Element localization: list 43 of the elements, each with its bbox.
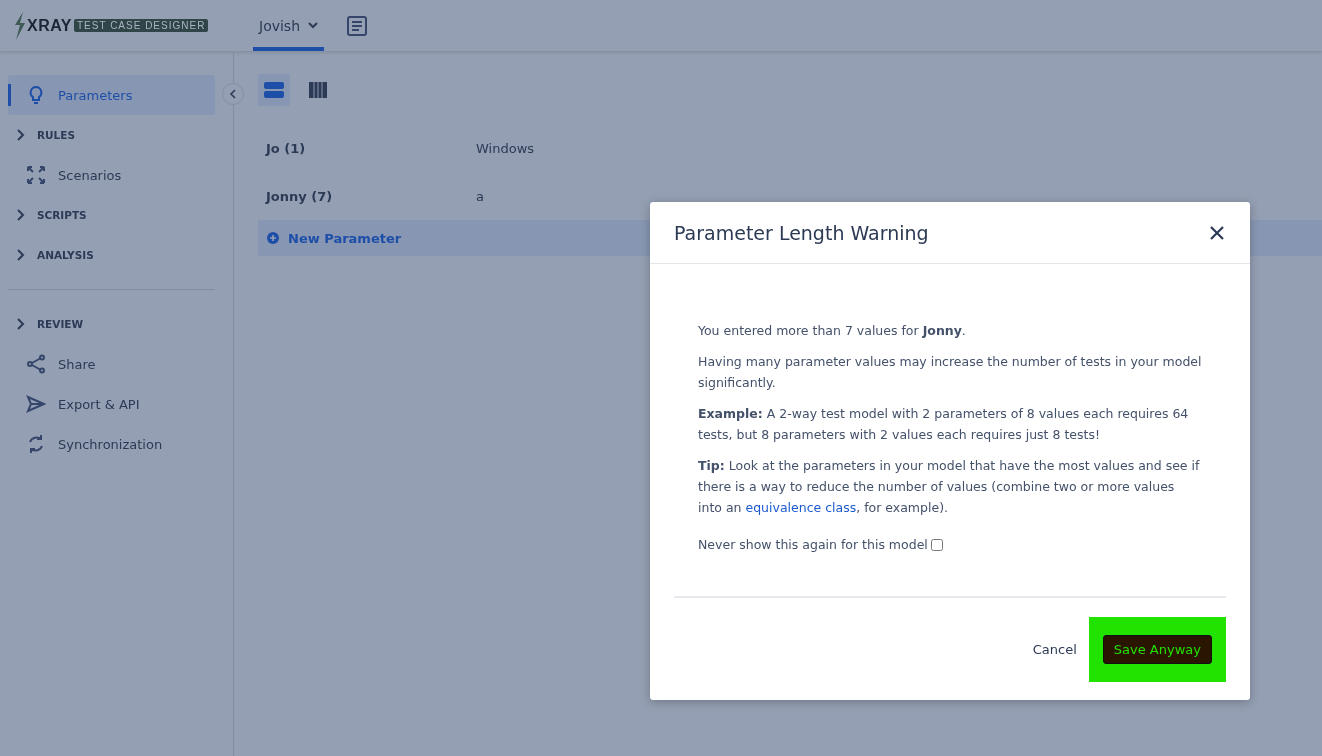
- sidebar-section[interactable]: ANALYSIS: [0, 235, 233, 275]
- chevron-icon: [17, 249, 25, 261]
- chevron-down-icon: [308, 22, 319, 29]
- chevron-icon: [17, 209, 25, 221]
- sidebar-item[interactable]: Synchronization: [8, 424, 215, 464]
- sync-icon: [26, 434, 46, 454]
- sidebar-item[interactable]: Scenarios: [8, 155, 215, 195]
- dialog-title: Parameter Length Warning: [674, 221, 929, 244]
- document-icon[interactable]: [346, 14, 369, 37]
- parameter-name: Jonny (7): [266, 188, 334, 204]
- chevron-icon: [17, 318, 25, 330]
- sidebar-item[interactable]: Export & API: [8, 384, 215, 424]
- dialog-paragraph: Example: A 2-way test model with 2 parameters of 8 values each requires 64 tests, but 8 parameters with 2 values each requires just 8 tests!: [698, 405, 1190, 444]
- sidebar-item[interactable]: Parameters: [8, 75, 215, 115]
- rows-view-button[interactable]: [258, 74, 290, 106]
- columns-icon: [309, 82, 327, 98]
- collapse-sidebar-button[interactable]: [222, 83, 244, 105]
- parameter-value: a: [476, 188, 484, 204]
- project-tab[interactable]: Jovish: [253, 0, 325, 51]
- close-icon[interactable]: [1208, 223, 1226, 242]
- share-icon: [26, 354, 46, 374]
- sidebar-section[interactable]: RULES: [0, 115, 233, 155]
- plus-circle-icon: [267, 232, 279, 244]
- checkbox-label: Never show this again for this model: [698, 536, 928, 554]
- tip-paragraph: Tip: Look at the parameters in your model that have the most values and see if there is a way to reduce the number of values (combine two or more values into an equivalence class, for example).: [698, 457, 1201, 517]
- sidebar-section[interactable]: REVIEW: [0, 304, 233, 344]
- parameter-value: Windows: [476, 140, 535, 156]
- cancel-button[interactable]: Cancel: [1026, 640, 1083, 658]
- bolt-icon: [13, 11, 27, 40]
- sidebar-item[interactable]: Share: [8, 344, 215, 384]
- logo-word: XRAY: [27, 16, 72, 35]
- chevron-left-icon: [229, 89, 237, 99]
- save-anyway-button[interactable]: Save Anyway: [1102, 634, 1212, 664]
- parameter-name: Jo (1): [266, 140, 307, 156]
- dialog-paragraph: You entered more than 7 values for Jonny.: [698, 322, 967, 340]
- logo-badge: TEST CASE DESIGNER: [74, 19, 209, 32]
- paper-plane-icon: [26, 394, 46, 414]
- expand-arrows-icon: [26, 165, 46, 185]
- sidebar-section[interactable]: SCRIPTS: [0, 195, 233, 235]
- chevron-icon: [17, 129, 25, 141]
- rows-icon: [264, 82, 284, 98]
- dialog-paragraph: Having many parameter values may increase the number of tests in your model significantly.: [698, 353, 1202, 392]
- never-show-checkbox[interactable]: [930, 538, 943, 551]
